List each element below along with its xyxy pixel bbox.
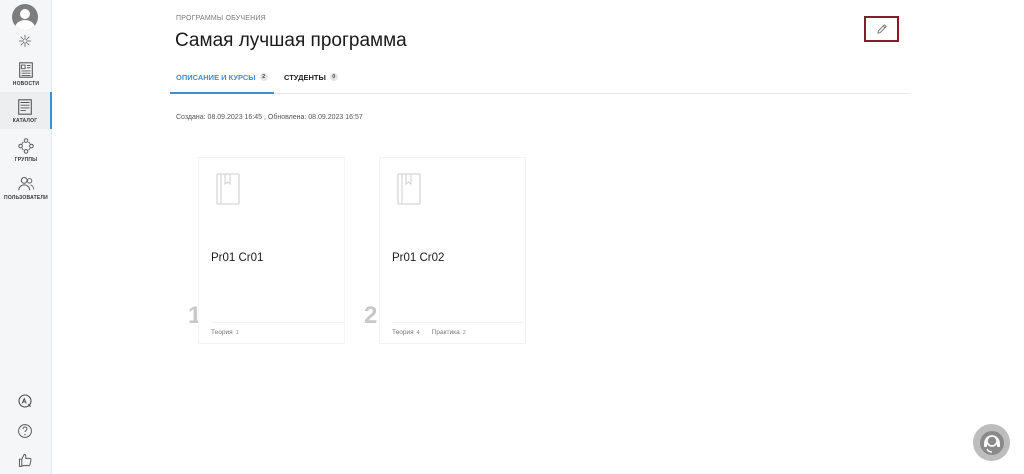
course-title[interactable]: Pr01 Cr02 [392, 252, 444, 264]
breadcrumb[interactable]: ПРОГРАММЫ ОБУЧЕНИЯ [176, 15, 266, 22]
tab-count-badge: 0 [329, 73, 338, 81]
tab-label: СТУДЕНТЫ [284, 73, 326, 82]
app: НОВОСТИ КАТАЛОГ ГРУППЫ ПОЛЬЗОВАТЕЛИ ПРОГ… [0, 0, 1024, 474]
support-chat-button[interactable] [973, 424, 1010, 461]
edit-button[interactable] [864, 16, 899, 42]
page-title: Самая лучшая программа [175, 30, 407, 51]
book-icon [397, 173, 421, 205]
tab-count-badge: 2 [259, 73, 268, 81]
sidebar-item-news[interactable]: НОВОСТИ [0, 61, 52, 89]
course-card[interactable]: Pr01 Cr01 Теория 1 [198, 157, 345, 344]
course-stats: Теория 4 Практика 2 [392, 329, 466, 336]
catalog-icon [18, 99, 32, 115]
headset-icon [979, 430, 1004, 455]
avatar-head-shape [20, 9, 30, 19]
created-updated-info: Создана: 08.09.2023 16:45 , Обновлена: 0… [176, 114, 363, 121]
course-card[interactable]: Pr01 Cr02 Теория 4 Практика 2 [379, 157, 526, 344]
user-avatar[interactable] [12, 4, 38, 30]
like-icon[interactable] [17, 452, 33, 468]
sidebar-item-label: ГРУППЫ [14, 157, 38, 163]
users-icon [18, 177, 35, 191]
sidebar-item-groups[interactable]: ГРУППЫ [0, 137, 52, 163]
stat-theory: Теория 4 [392, 329, 420, 336]
stat-theory: Теория 1 [211, 329, 239, 336]
news-icon [19, 62, 33, 78]
course-number: 2 [364, 302, 378, 329]
gear-icon[interactable] [18, 34, 32, 48]
tab-students[interactable]: СТУДЕНТЫ 0 [284, 73, 338, 94]
sidebar-item-label: КАТАЛОГ [12, 118, 38, 124]
sidebar-item-label: ПОЛЬЗОВАТЕЛИ [4, 195, 48, 201]
sidebar-item-label: НОВОСТИ [12, 81, 40, 87]
course-stats: Теория 1 [211, 329, 239, 336]
tab-description-courses[interactable]: ОПИСАНИЕ И КУРСЫ 2 [170, 73, 274, 94]
course-title[interactable]: Pr01 Cr01 [211, 252, 263, 264]
translate-icon[interactable] [17, 393, 33, 409]
tab-label: ОПИСАНИЕ И КУРСЫ [176, 73, 256, 82]
sidebar-item-catalog[interactable]: КАТАЛОГ [0, 92, 52, 129]
pencil-icon [876, 24, 887, 34]
avatar-body-shape [15, 20, 35, 30]
card-divider [211, 322, 344, 323]
sidebar: НОВОСТИ КАТАЛОГ ГРУППЫ ПОЛЬЗОВАТЕЛИ [0, 0, 52, 474]
card-divider [392, 322, 525, 323]
stat-practice: Практика 2 [431, 329, 466, 336]
tab-bar: ОПИСАНИЕ И КУРСЫ 2 СТУДЕНТЫ 0 [170, 66, 910, 94]
book-icon [216, 173, 240, 205]
groups-icon [18, 138, 34, 154]
help-icon[interactable] [17, 423, 33, 439]
sidebar-item-users[interactable]: ПОЛЬЗОВАТЕЛИ [0, 175, 52, 201]
